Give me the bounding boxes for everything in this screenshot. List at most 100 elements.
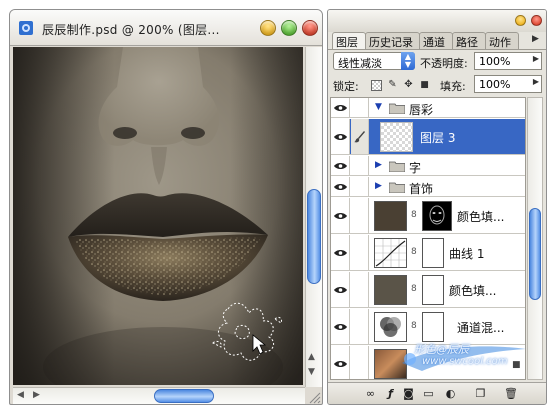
lock-image-icon[interactable]: ✎: [387, 80, 398, 91]
link-cell[interactable]: [351, 235, 369, 270]
tab-layers[interactable]: 图层: [332, 32, 366, 49]
layer-name: 通道混...: [457, 321, 505, 335]
lock-transparency-icon[interactable]: [371, 80, 382, 91]
document-title-bar[interactable]: 辰辰制作.psd @ 200% (图层...: [10, 10, 322, 46]
layer-row-group-lip[interactable]: ▼ 唇彩: [331, 98, 525, 118]
horizontal-scroll-thumb[interactable]: [154, 389, 214, 403]
scroll-right-arrow-icon[interactable]: ▶: [33, 390, 40, 400]
resize-grip-icon[interactable]: [306, 389, 321, 404]
mask-link-icon[interactable]: 8: [411, 321, 417, 331]
layer-style-icon[interactable]: ƒ: [384, 387, 397, 400]
curves-thumbnail: [374, 238, 407, 268]
document-horizontal-scrollbar[interactable]: ◀ ▶: [13, 387, 305, 404]
link-cell[interactable]: [351, 98, 369, 117]
scroll-down-arrow-icon[interactable]: ▼: [308, 367, 315, 377]
image-canvas[interactable]: [13, 47, 303, 385]
watermark-line-1: 形色@辰辰: [414, 343, 469, 356]
visibility-toggle[interactable]: [331, 177, 350, 196]
tab-paths[interactable]: 路径: [452, 32, 486, 49]
visibility-toggle[interactable]: [331, 235, 350, 270]
link-cell[interactable]: [351, 272, 369, 307]
link-cell[interactable]: [351, 198, 369, 233]
layer-row-channel-mixer[interactable]: 8 通道混...: [331, 309, 525, 345]
layer-mask-thumbnail: [422, 312, 444, 342]
minimize-icon[interactable]: [260, 20, 276, 36]
visibility-toggle[interactable]: [331, 272, 350, 307]
visibility-toggle[interactable]: [331, 346, 350, 379]
layer-row-group-jewelry[interactable]: ▶ 首饰: [331, 177, 525, 197]
layer-name: 唇彩: [409, 103, 434, 117]
layer-row-curves-1[interactable]: 8 曲线 1: [331, 235, 525, 271]
layer-row-color-fill-1[interactable]: 8 颜色填...: [331, 198, 525, 234]
expand-triangle-down-icon[interactable]: ▼: [375, 102, 382, 112]
link-cell[interactable]: [351, 309, 369, 344]
eye-icon: [334, 134, 347, 140]
layer-name: 图层 3: [420, 131, 456, 145]
channel-mixer-icon: [380, 317, 401, 337]
scroll-up-arrow-icon[interactable]: ▲: [308, 352, 315, 362]
layers-scrollbar[interactable]: [527, 97, 543, 380]
palette-title-bar[interactable]: [328, 10, 546, 32]
layers-scroll-thumb[interactable]: [529, 208, 541, 300]
new-adjustment-icon[interactable]: ◐: [444, 387, 457, 400]
folder-icon: [389, 103, 405, 114]
blend-mode-value: 线性减淡: [338, 57, 382, 70]
face-lips-image: [13, 47, 303, 385]
link-cell[interactable]: [351, 177, 369, 196]
palette-minimize-icon[interactable]: [515, 15, 526, 26]
mask-link-icon[interactable]: 8: [411, 284, 417, 294]
opacity-arrow-icon[interactable]: ▶: [533, 54, 539, 63]
link-layers-icon[interactable]: ∞: [364, 387, 377, 400]
blend-stepper-icon[interactable]: ▲ ▼: [401, 52, 415, 70]
eye-icon: [334, 287, 347, 293]
visibility-toggle[interactable]: [331, 156, 350, 175]
psd-file-icon: [19, 21, 33, 35]
layer-row-layer-3[interactable]: 图层 3: [331, 119, 525, 155]
tab-channels[interactable]: 通道: [419, 32, 453, 49]
expand-triangle-right-icon[interactable]: ▶: [375, 181, 382, 191]
palette-menu-icon[interactable]: ▶: [532, 34, 539, 44]
mask-link-icon[interactable]: 8: [411, 210, 417, 220]
opacity-input[interactable]: 100% ▶: [474, 52, 542, 70]
new-layer-icon[interactable]: ❐: [474, 387, 487, 400]
lock-all-icon[interactable]: ■: [419, 80, 430, 91]
layer-row-color-fill-2[interactable]: 8 颜色填...: [331, 272, 525, 308]
visibility-toggle[interactable]: [331, 198, 350, 233]
blend-mode-select[interactable]: 线性减淡 ▲ ▼: [333, 52, 415, 70]
link-cell[interactable]: [351, 346, 369, 379]
layer-row-group-text[interactable]: ▶ 字: [331, 156, 525, 176]
scroll-left-arrow-icon[interactable]: ◀: [17, 390, 24, 400]
layers-bottom-toolbar: ∞ ƒ ◙ ▭ ◐ ❐ 🗑: [328, 382, 546, 404]
layer-mask-thumbnail: [422, 201, 452, 231]
expand-triangle-right-icon[interactable]: ▶: [375, 160, 382, 170]
add-mask-icon[interactable]: ◙: [402, 387, 415, 400]
fill-arrow-icon[interactable]: ▶: [533, 77, 539, 86]
new-group-icon[interactable]: ▭: [422, 387, 435, 400]
curves-graph-icon: [375, 239, 406, 267]
close-icon[interactable]: [302, 20, 318, 36]
fill-input[interactable]: 100% ▶: [474, 75, 542, 93]
link-cell[interactable]: [351, 119, 369, 154]
lock-fill-row: 锁定: ✎ ✥ ■ 填充: 100% ▶: [328, 74, 546, 96]
palette-close-icon[interactable]: [531, 15, 542, 26]
folder-icon: [389, 161, 405, 172]
lock-position-icon[interactable]: ✥: [403, 80, 414, 91]
link-cell[interactable]: [351, 156, 369, 175]
channel-mixer-thumbnail: [374, 312, 407, 342]
delete-layer-icon[interactable]: 🗑: [504, 387, 518, 400]
maximize-icon[interactable]: [281, 20, 297, 36]
watermark-line-2: www.swcool.com: [422, 356, 508, 367]
vertical-scroll-thumb[interactable]: [307, 189, 321, 284]
document-vertical-scrollbar[interactable]: ▲ ▼: [305, 47, 322, 387]
eye-icon: [334, 184, 347, 190]
fill-color-thumbnail: [374, 275, 407, 305]
mask-link-icon[interactable]: 8: [411, 247, 417, 257]
layers-list: ▼ 唇彩 图层 3 ▶ 字 ▶ 首饰 8 颜色填... 8 曲线 1 8 颜色填…: [330, 97, 526, 380]
tab-actions[interactable]: 动作: [485, 32, 519, 49]
visibility-toggle[interactable]: [331, 119, 350, 154]
layer-name: 曲线 1: [449, 247, 485, 261]
lock-label: 锁定:: [333, 80, 359, 93]
visibility-toggle[interactable]: [331, 309, 350, 344]
tab-history[interactable]: 历史记录: [365, 32, 420, 49]
visibility-toggle[interactable]: [331, 98, 350, 117]
